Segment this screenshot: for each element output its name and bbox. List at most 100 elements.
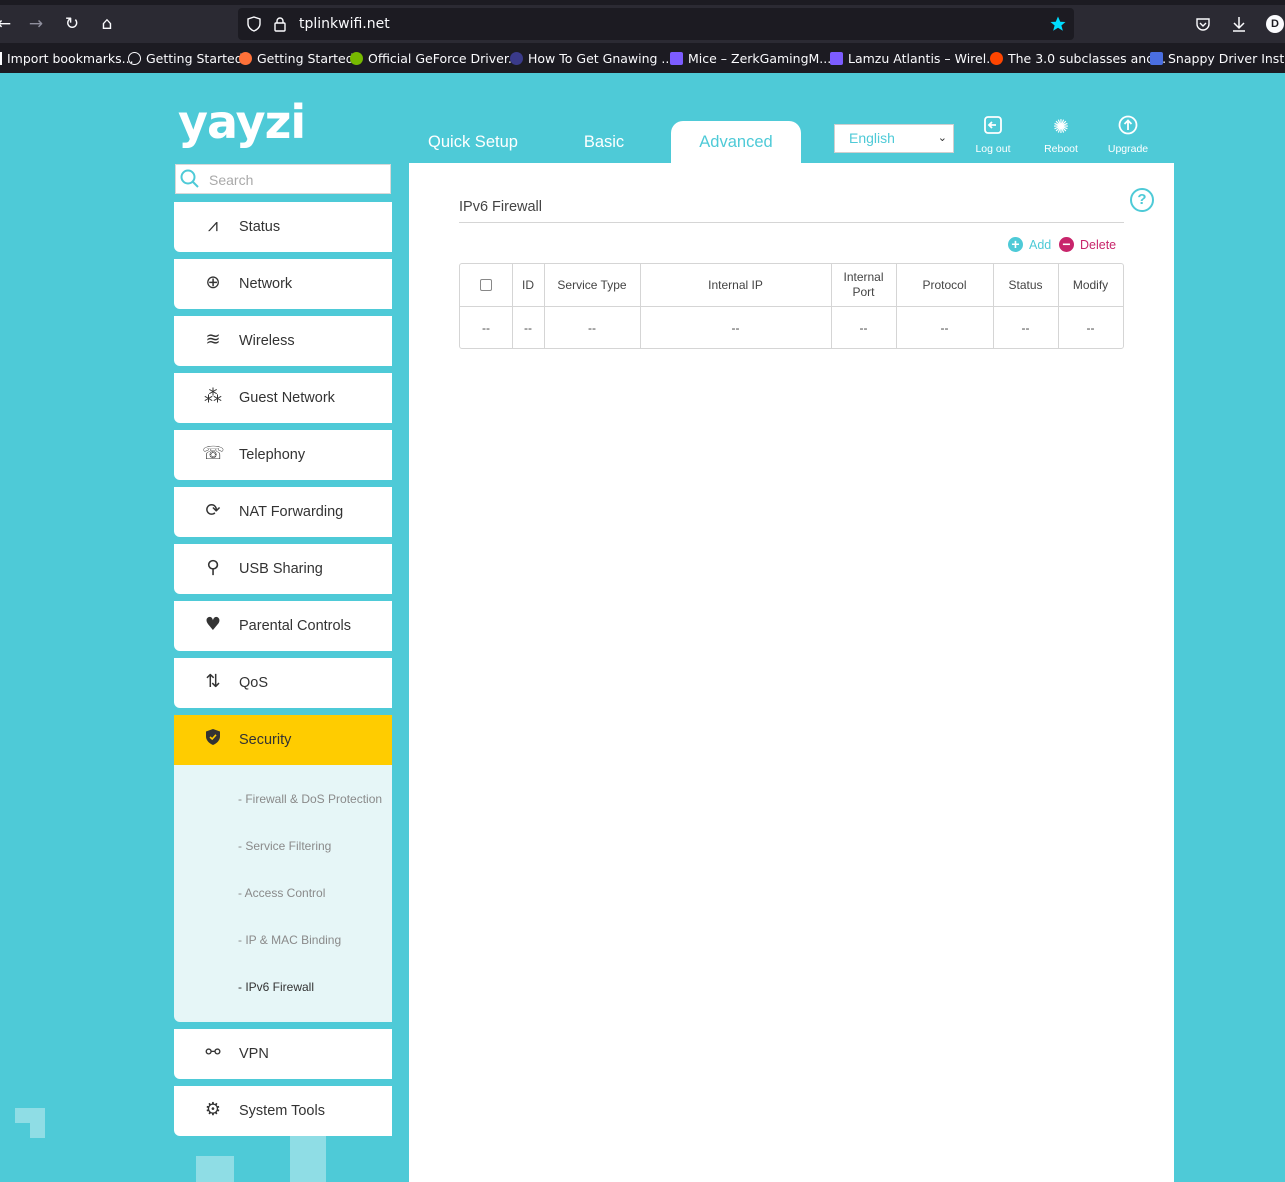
sidebar-item-system-tools[interactable]: ⚙ System Tools <box>174 1086 392 1136</box>
sidebar-item-label: Telephony <box>239 447 306 463</box>
home-icon[interactable]: ⌂ <box>97 14 117 34</box>
bookmarks-bar: Import bookmarks... Getting Started Gett… <box>0 46 1285 72</box>
table-cell: -- <box>1021 320 1030 335</box>
language-select[interactable]: English ⌄ <box>834 124 954 153</box>
sidebar-item-security[interactable]: Security <box>174 715 392 765</box>
sidebar-item-usb-sharing[interactable]: ⚲ USB Sharing <box>174 544 392 594</box>
bookmark-label: Getting Started <box>146 51 243 66</box>
zerk-icon <box>670 52 683 65</box>
forward-icon[interactable]: → <box>26 14 46 34</box>
tab-quick-setup[interactable]: Quick Setup <box>418 121 528 163</box>
search-icon <box>180 169 199 188</box>
tab-advanced[interactable]: Advanced <box>671 121 801 163</box>
sidebar-item-vpn[interactable]: ⚯ VPN <box>174 1029 392 1079</box>
submenu-ipv6-firewall[interactable]: - IPv6 Firewall <box>238 980 314 994</box>
sidebar-item-label: USB Sharing <box>239 561 323 577</box>
sidebar-item-nat-forwarding[interactable]: ⟳ NAT Forwarding <box>174 487 392 537</box>
usb-icon: ⚲ <box>206 557 220 578</box>
sidebar-item-status[interactable]: ⩘ Status <box>174 202 392 252</box>
sidebar-item-label: QoS <box>239 675 269 691</box>
minus-icon: − <box>1059 237 1074 252</box>
select-all-checkbox[interactable] <box>480 279 492 291</box>
decor-shape <box>290 1130 326 1182</box>
yayzi-logo[interactable]: yayzi <box>178 95 306 149</box>
bookmark-item[interactable]: Import bookmarks... <box>0 51 134 66</box>
bookmark-item[interactable]: The 3.0 subclasses and... <box>990 51 1166 66</box>
add-label: Add <box>1029 237 1052 252</box>
security-submenu: - Firewall & DoS Protection - Service Fi… <box>174 765 392 1022</box>
tab-basic[interactable]: Basic <box>560 121 648 163</box>
table-cell: -- <box>524 320 532 335</box>
upgrade-label: Upgrade <box>1107 143 1149 155</box>
select-all-cell <box>460 264 512 306</box>
ipv6-firewall-table: ID Service Type Internal IP Internal Por… <box>459 263 1124 349</box>
submenu-access-control[interactable]: - Access Control <box>238 886 325 900</box>
globe-icon <box>128 52 141 65</box>
nvidia-icon <box>350 52 363 65</box>
bookmark-label: How To Get Gnawing ... <box>528 51 674 66</box>
account-avatar[interactable]: D <box>1266 15 1284 33</box>
help-icon[interactable]: ? <box>1130 188 1154 212</box>
upgrade-button[interactable]: Upgrade <box>1098 115 1158 155</box>
qos-arrows-icon: ⇅ <box>205 671 221 692</box>
bookmark-item[interactable]: Snappy Driver Installer <box>1150 51 1285 66</box>
sidebar-item-label: NAT Forwarding <box>239 504 344 520</box>
bookmark-item[interactable]: Getting Started <box>128 51 243 66</box>
table-cell: -- <box>940 320 949 335</box>
bookmark-item[interactable]: Mice – ZerkGamingM... <box>670 51 831 66</box>
back-icon[interactable]: ← <box>0 14 14 34</box>
logout-icon <box>963 115 1023 143</box>
sidebar-item-label: Wireless <box>239 333 295 349</box>
upgrade-icon <box>1098 115 1158 143</box>
delete-button[interactable]: − Delete <box>1059 237 1116 252</box>
gear-icon: ⚙ <box>204 1099 222 1120</box>
lock-icon[interactable] <box>273 16 287 32</box>
bookmark-item[interactable]: Lamzu Atlantis – Wirel... <box>830 51 998 66</box>
header-status: Status <box>1008 278 1043 292</box>
phone-icon: ☏ <box>202 443 225 464</box>
sidebar-item-label: System Tools <box>239 1103 325 1119</box>
reboot-label: Reboot <box>1044 143 1078 155</box>
title-divider <box>459 222 1124 223</box>
logout-button[interactable]: Log out <box>963 115 1023 155</box>
submenu-service-filtering[interactable]: - Service Filtering <box>238 839 331 853</box>
sidebar-item-qos[interactable]: ⇅ QoS <box>174 658 392 708</box>
sidebar-item-label: Security <box>239 732 292 748</box>
search-input[interactable]: Search <box>175 164 391 194</box>
page-title: IPv6 Firewall <box>459 199 542 215</box>
sidebar-item-wireless[interactable]: ≋ Wireless <box>174 316 392 366</box>
decor-shape <box>196 1156 234 1182</box>
bookmark-label: Getting Started <box>257 51 354 66</box>
header-modify: Modify <box>1072 278 1109 292</box>
bookmark-label: The 3.0 subclasses and... <box>1008 51 1167 66</box>
bookmark-item[interactable]: Getting Started <box>239 51 354 66</box>
table-cell: -- <box>482 320 490 335</box>
sidebar-item-guest-network[interactable]: ⁂ Guest Network <box>174 373 392 423</box>
bookmark-item[interactable]: How To Get Gnawing ... <box>510 51 673 66</box>
decor-shape <box>15 1108 45 1138</box>
chevron-down-icon: ⌄ <box>937 132 947 144</box>
sidebar-item-label: Network <box>239 276 293 292</box>
language-value: English <box>849 130 895 146</box>
pocket-icon[interactable] <box>1195 16 1211 32</box>
submenu-ip-mac-binding[interactable]: - IP & MAC Binding <box>238 933 341 947</box>
reboot-button[interactable]: ✺ Reboot <box>1031 115 1091 155</box>
globe-icon: ⊕ <box>205 272 221 293</box>
header-service-type: Service Type <box>557 278 627 292</box>
download-icon[interactable] <box>1231 15 1247 33</box>
add-button[interactable]: + Add <box>1008 237 1051 252</box>
table-cell: -- <box>588 320 596 335</box>
sidebar-item-parental-controls[interactable]: ♥ Parental Controls <box>174 601 392 651</box>
sidebar-item-telephony[interactable]: ☏ Telephony <box>174 430 392 480</box>
bookmark-item[interactable]: Official GeForce Driver... <box>350 51 520 66</box>
nat-icon: ⟳ <box>205 500 221 521</box>
header-id: ID <box>522 278 534 292</box>
sidebar-item-network[interactable]: ⊕ Network <box>174 259 392 309</box>
bookmark-star-icon[interactable] <box>1049 15 1067 33</box>
address-bar[interactable]: tplinkwifi.net <box>238 8 1074 40</box>
shield-tracking-icon[interactable] <box>246 16 262 32</box>
bookmark-label: Snappy Driver Installer <box>1168 51 1285 66</box>
submenu-firewall-dos[interactable]: - Firewall & DoS Protection <box>238 792 382 806</box>
reload-icon[interactable]: ↻ <box>62 14 82 34</box>
header-internal-ip: Internal IP <box>708 278 763 292</box>
